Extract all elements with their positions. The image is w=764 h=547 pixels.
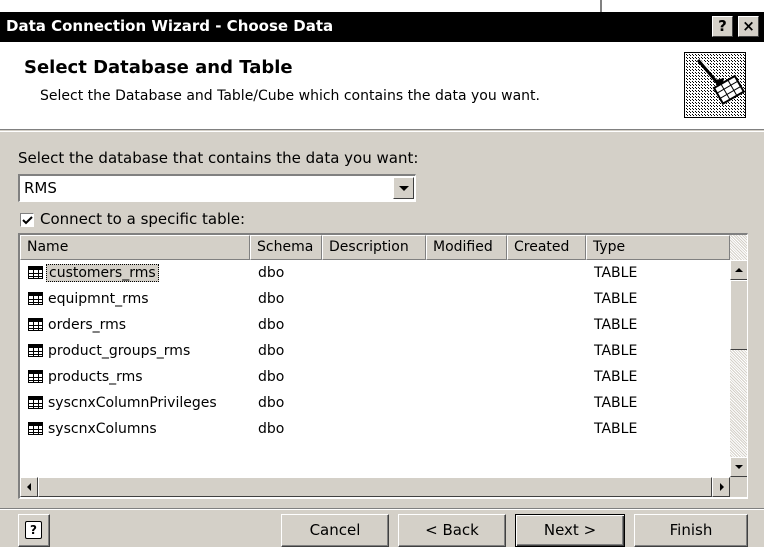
row-type: TABLE: [594, 421, 638, 437]
row-schema: dbo: [258, 317, 285, 333]
wizard-header: Select Database and Table Select the Dat…: [0, 42, 764, 130]
table-icon: [28, 266, 43, 279]
scrollbar-corner: [730, 477, 747, 497]
finish-button[interactable]: Finish: [634, 514, 748, 547]
row-schema: dbo: [258, 343, 285, 359]
database-label: Select the database that contains the da…: [18, 149, 419, 167]
row-type: TABLE: [594, 343, 638, 359]
horizontal-scroll-thumb[interactable]: [38, 477, 712, 497]
row-type: TABLE: [594, 265, 638, 281]
row-name: customers_rms: [46, 264, 159, 282]
scroll-left-button[interactable]: [20, 477, 38, 497]
row-schema: dbo: [258, 265, 285, 281]
database-select-value: RMS: [24, 179, 57, 197]
table-row[interactable]: customers_rms dbo TABLE: [20, 260, 730, 286]
table-row[interactable]: syscnxColumnPrivileges dbo TABLE: [20, 390, 730, 416]
row-schema: dbo: [258, 421, 285, 437]
footer-separator-highlight: [0, 509, 764, 510]
help-button[interactable]: ?: [18, 514, 50, 547]
scroll-down-button[interactable]: [730, 457, 747, 477]
title-close-button[interactable]: ×: [738, 16, 759, 37]
column-header-schema[interactable]: Schema: [250, 235, 322, 260]
arrow-up-icon: [735, 268, 743, 272]
table-row[interactable]: equipmnt_rms dbo TABLE: [20, 286, 730, 312]
table-icon: [28, 292, 43, 305]
window-title: Data Connection Wizard - Choose Data: [6, 17, 334, 35]
page-title: Select Database and Table: [24, 57, 293, 78]
row-name: product_groups_rms: [48, 343, 191, 359]
connect-table-checkbox[interactable]: [20, 213, 34, 227]
table-list[interactable]: Name Schema Description Modified Created…: [18, 233, 748, 499]
column-header-type[interactable]: Type: [586, 235, 730, 260]
database-dropdown-button[interactable]: [393, 177, 414, 199]
row-name: syscnxColumns: [48, 421, 157, 437]
row-type: TABLE: [594, 317, 638, 333]
row-name: orders_rms: [48, 317, 127, 333]
database-select[interactable]: RMS: [18, 174, 416, 202]
column-header-description[interactable]: Description: [322, 235, 426, 260]
vertical-scrollbar[interactable]: [730, 235, 747, 477]
row-schema: dbo: [258, 395, 285, 411]
back-button[interactable]: < Back: [398, 514, 506, 547]
background-window-edge: [600, 0, 764, 12]
title-help-button[interactable]: ?: [712, 16, 733, 37]
table-icon: [28, 396, 43, 409]
wizard-dialog: Data Connection Wizard - Choose Data ? ×…: [0, 12, 764, 547]
column-header-modified[interactable]: Modified: [426, 235, 507, 260]
row-name: equipmnt_rms: [48, 291, 149, 307]
horizontal-scrollbar[interactable]: [20, 477, 730, 497]
connect-table-label[interactable]: Connect to a specific table:: [40, 210, 245, 228]
row-name: products_rms: [48, 369, 143, 385]
scroll-right-button[interactable]: [712, 477, 730, 497]
database-wizard-icon: [684, 52, 746, 118]
row-type: TABLE: [594, 291, 638, 307]
arrow-left-icon: [27, 483, 31, 491]
next-button[interactable]: Next >: [515, 514, 625, 547]
row-name: syscnxColumnPrivileges: [48, 395, 217, 411]
arrow-right-icon: [720, 483, 724, 491]
row-schema: dbo: [258, 369, 285, 385]
table-icon: [28, 344, 43, 357]
row-type: TABLE: [594, 395, 638, 411]
row-schema: dbo: [258, 291, 285, 307]
table-row[interactable]: product_groups_rms dbo TABLE: [20, 338, 730, 364]
title-bar[interactable]: Data Connection Wizard - Choose Data ? ×: [0, 12, 764, 42]
table-row[interactable]: products_rms dbo TABLE: [20, 364, 730, 390]
table-icon: [28, 422, 43, 435]
arrow-down-icon: [735, 465, 743, 469]
checkmark-icon: [22, 216, 33, 225]
column-header-name[interactable]: Name: [20, 235, 250, 260]
page-subtitle: Select the Database and Table/Cube which…: [40, 88, 540, 104]
header-separator: [0, 131, 764, 132]
column-header-created[interactable]: Created: [507, 235, 586, 260]
scroll-up-button[interactable]: [730, 260, 747, 280]
table-icon: [28, 318, 43, 331]
table-row[interactable]: orders_rms dbo TABLE: [20, 312, 730, 338]
cancel-button[interactable]: Cancel: [281, 514, 389, 547]
table-row[interactable]: syscnxColumns dbo TABLE: [20, 416, 730, 442]
table-icon: [28, 370, 43, 383]
help-icon: ?: [25, 521, 42, 539]
row-type: TABLE: [594, 369, 638, 385]
vertical-scroll-thumb[interactable]: [730, 280, 747, 350]
chevron-down-icon: [399, 186, 409, 191]
